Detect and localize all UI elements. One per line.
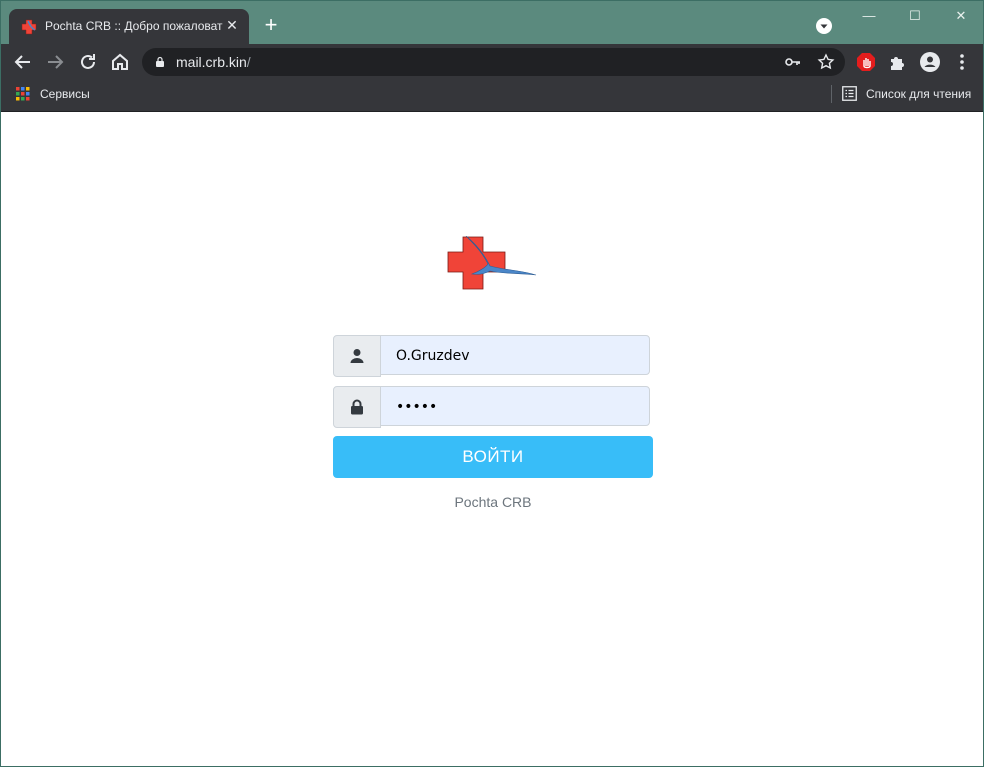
chevron-down-icon (820, 24, 828, 29)
username-field: O.Gruzdev (333, 335, 652, 377)
forward-arrow-icon[interactable] (43, 50, 67, 74)
browser-window: Pochta CRB :: Добро пожаловать ✕ + — ☐ ✕ (0, 0, 984, 767)
tab-title: Pochta CRB :: Добро пожаловать (45, 19, 223, 33)
browser-tab[interactable]: Pochta CRB :: Добро пожаловать ✕ (9, 9, 249, 44)
footer-brand: Pochta CRB (454, 494, 532, 510)
browser-toolbar: mail.crb.kin/ (1, 44, 983, 80)
adblock-extension-icon[interactable] (856, 52, 876, 72)
padlock-icon (351, 399, 363, 415)
home-icon[interactable] (108, 50, 132, 74)
url-path: / (246, 54, 251, 70)
reading-list-label[interactable]: Список для чтения (866, 87, 971, 101)
reload-icon[interactable] (76, 50, 100, 74)
cross-favicon-icon (21, 19, 37, 35)
bookmarks-bar: Сервисы Список для чтения (1, 80, 983, 112)
puzzle-extensions-icon[interactable] (888, 52, 908, 72)
page-content: O.Gruzdev ••••• ВОЙТИ Pochta CRB (1, 112, 983, 766)
password-addon (333, 386, 381, 428)
star-icon[interactable] (817, 53, 835, 71)
back-arrow-icon[interactable] (11, 50, 35, 74)
close-window-button[interactable]: ✕ (938, 7, 983, 27)
username-addon (333, 335, 381, 377)
login-button[interactable]: ВОЙТИ (333, 436, 653, 478)
user-icon (350, 349, 364, 363)
kebab-menu-icon[interactable] (952, 52, 972, 72)
username-input[interactable]: O.Gruzdev (380, 335, 650, 375)
password-input[interactable]: ••••• (380, 386, 650, 426)
minimize-button[interactable]: — (846, 7, 892, 27)
bookmarks-divider (831, 85, 832, 103)
title-bar: Pochta CRB :: Добро пожаловать ✕ + — ☐ ✕ (1, 1, 983, 44)
crb-logo-icon (447, 236, 537, 290)
key-icon[interactable] (784, 53, 802, 71)
lock-icon (156, 56, 164, 67)
new-tab-button[interactable]: + (259, 14, 283, 38)
reading-list-icon[interactable] (842, 86, 857, 101)
address-bar[interactable]: mail.crb.kin/ (142, 48, 845, 76)
maximize-button[interactable]: ☐ (892, 7, 938, 27)
tab-close-icon[interactable]: ✕ (223, 16, 241, 34)
profile-avatar-icon[interactable] (920, 52, 940, 72)
url-host: mail.crb.kin (176, 54, 247, 70)
url-text[interactable]: mail.crb.kin/ (176, 54, 251, 70)
bookmark-apps-label[interactable]: Сервисы (40, 87, 90, 101)
tab-search-button[interactable] (816, 18, 832, 34)
password-field: ••••• (333, 386, 652, 428)
apps-grid-icon[interactable] (16, 87, 30, 101)
